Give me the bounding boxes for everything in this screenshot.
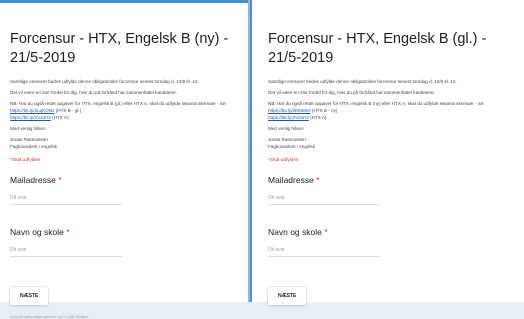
signature: Jonas Rasmussen Fagkonsulent i engelsk	[10, 136, 238, 150]
form-title: Forcensur - HTX, Engelsk B (ny) - 21/5-2…	[10, 31, 229, 66]
form-note: NB: Har du også rettet opgaver for HTX, …	[268, 100, 510, 121]
required-star: *	[66, 227, 70, 237]
greeting: Med venlig hilsen	[10, 126, 46, 131]
form-footer: Indsend aldrig adgangskoder via Google A…	[10, 315, 90, 319]
name-school-field[interactable]: Dit svar	[268, 247, 380, 257]
link-htx-a[interactable]: https://bit.ly/2V24rr3	[10, 115, 51, 120]
name-question-label: Navn og skole *	[10, 227, 238, 237]
required-star: *	[324, 227, 328, 237]
form-panel-right: Forcensur - HTX, Engelsk B (gl.) - 21/5-…	[252, 0, 524, 305]
link-htx-a[interactable]: https://bit.ly/2V24rr3	[268, 115, 309, 120]
link-htx-b-ny[interactable]: https://bit.ly/2Et0Mv0	[268, 108, 311, 113]
form-note-text: NB: Har du også rettet opgaver for HTX, …	[268, 101, 485, 106]
signer-title: Fagkonsulent i engelsk	[268, 144, 315, 149]
link-suffix: (HTX B - ny)	[311, 108, 338, 113]
form-title: Forcensur - HTX, Engelsk B (gl.) - 21/5-…	[268, 31, 487, 66]
form-intro: Samtlige censorer bedes udfylde denne ob…	[10, 79, 199, 84]
form-benefit: Det vil være en stor fordel for dig, hvi…	[268, 90, 435, 95]
next-button[interactable]: NÆSTE	[10, 287, 49, 305]
form-note: NB: Har du også rettet opgaver for HTX, …	[10, 100, 238, 121]
signer-name: Jonas Rasmussen	[268, 137, 306, 142]
link-suffix: (HTX A)	[52, 115, 69, 120]
link-htx-b-gl[interactable]: https://bit.ly/2LqKONz	[10, 108, 54, 113]
name-question-label: Navn og skole *	[268, 227, 510, 237]
email-field[interactable]: Dit svar	[268, 195, 380, 205]
form-intro: Samtlige censorer bedes udfylde denne ob…	[268, 79, 457, 84]
name-label-text: Navn og skole	[268, 227, 322, 237]
required-note: *Skal udfyldes	[10, 158, 41, 163]
link-suffix: (HTX B - gl.)	[55, 108, 82, 113]
email-label-text: Mailadresse	[268, 175, 314, 185]
email-label-text: Mailadresse	[10, 175, 56, 185]
name-school-field[interactable]: Dit svar	[10, 247, 122, 257]
form-benefit: Det vil være en stor fordel for dig, hvi…	[10, 90, 177, 95]
next-button[interactable]: NÆSTE	[268, 287, 307, 305]
signer-name: Jonas Rasmussen	[10, 137, 48, 142]
link-suffix: (HTX A)	[310, 115, 327, 120]
form-note-text: NB: Har du også rettet opgaver for HTX, …	[10, 101, 227, 106]
email-question-label: Mailadresse *	[10, 175, 238, 185]
email-field[interactable]: Dit svar	[10, 195, 122, 205]
greeting: Med venlig hilsen	[268, 126, 304, 131]
form-accent-bar	[0, 0, 248, 3]
signature: Jonas Rasmussen Fagkonsulent i engelsk	[268, 136, 510, 150]
required-star: *	[58, 175, 62, 185]
required-note: *Skal udfyldes	[268, 158, 299, 163]
form-panel-left: Forcensur - HTX, Engelsk B (ny) - 21/5-2…	[0, 0, 248, 319]
signer-title: Fagkonsulent i engelsk	[10, 144, 57, 149]
required-star: *	[316, 175, 320, 185]
email-question-label: Mailadresse *	[268, 175, 510, 185]
name-label-text: Navn og skole	[10, 227, 64, 237]
